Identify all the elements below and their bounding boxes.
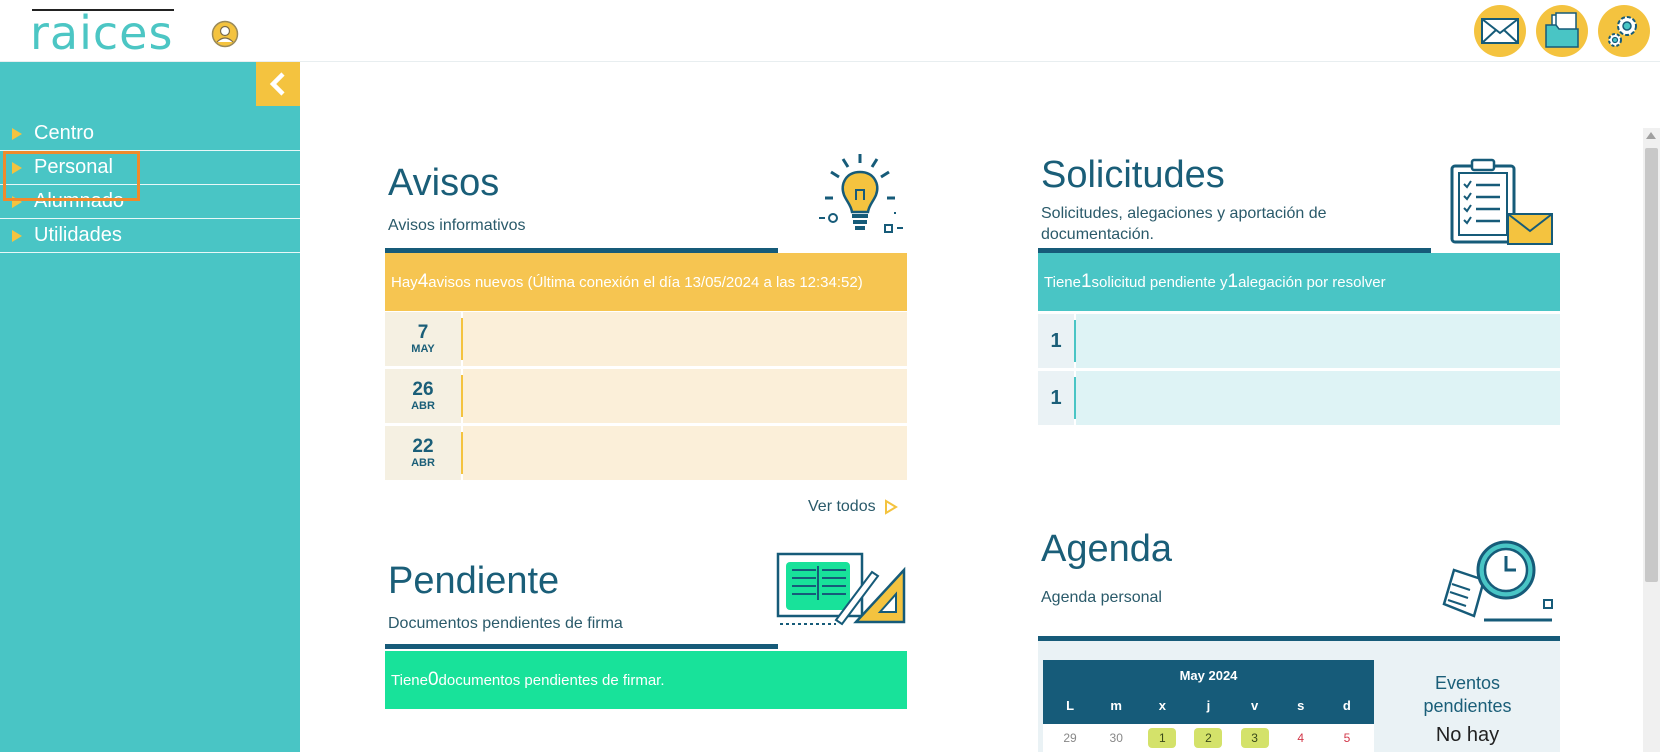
weekday-label: x xyxy=(1158,698,1166,713)
sidebar-item-centro[interactable]: Centro xyxy=(0,117,300,151)
notice-body xyxy=(463,312,907,366)
sidebar-item-personal[interactable]: Personal xyxy=(0,151,300,185)
eventos-title-line2: pendientes xyxy=(1423,696,1512,716)
ver-todos-link[interactable]: Ver todos xyxy=(808,496,898,518)
solicitud-row[interactable]: 1 xyxy=(1038,314,1560,368)
calendar-day-label: 3 xyxy=(1240,728,1269,748)
triangle-right-icon xyxy=(12,161,22,174)
avisos-banner-prefix: Hay xyxy=(391,273,418,291)
mail-icon xyxy=(1481,18,1519,44)
agenda-card: Agenda Agenda personal xyxy=(1041,526,1561,622)
notice-body xyxy=(463,369,907,423)
triangle-right-icon xyxy=(12,127,22,140)
clock-icon xyxy=(1442,540,1553,622)
notice-month: MAY xyxy=(411,343,435,355)
signature-document-icon xyxy=(776,552,906,626)
lightbulb-icon xyxy=(819,154,903,233)
calendar-day-event[interactable]: 2 xyxy=(1186,728,1231,748)
solicitud-count: 1 xyxy=(1038,371,1074,425)
sidebar-item-label: Personal xyxy=(34,156,113,178)
calendar-month-label[interactable]: May 2024 xyxy=(1043,660,1374,692)
weekday-label: d xyxy=(1342,698,1351,713)
sidebar-menu: Centro Personal Alumnado Utilidades xyxy=(0,117,300,253)
collapse-sidebar-button[interactable] xyxy=(256,62,300,106)
pendiente-count: 0 xyxy=(427,669,439,690)
mail-button[interactable] xyxy=(1474,5,1526,57)
notice-body xyxy=(463,426,907,480)
avisos-banner: Hay 4 avisos nuevos (Última conexión el … xyxy=(385,253,907,311)
calendar-day[interactable]: 5 xyxy=(1324,731,1369,745)
sidebar-item-label: Utilidades xyxy=(34,224,122,246)
top-bar: raices xyxy=(0,0,1660,62)
calendar-weekdays: L m x j v s d xyxy=(1043,692,1374,713)
eventos-value: No hay xyxy=(1435,724,1500,746)
solicitudes-count: 1 xyxy=(1080,271,1092,292)
sidebar-item-label: Centro xyxy=(34,122,95,144)
notice-date: 26 ABR xyxy=(385,369,461,423)
weekday-label: v xyxy=(1251,698,1259,713)
sidebar-item-label: Alumnado xyxy=(34,190,125,212)
weekday-label: s xyxy=(1297,698,1305,713)
pendiente-card: Pendiente Documentos pendientes de firma xyxy=(388,550,908,634)
avisos-banner-suffix: avisos nuevos (Última conexión el día 13… xyxy=(428,273,863,291)
solicitud-row[interactable]: 1 xyxy=(1038,371,1560,425)
triangle-right-icon xyxy=(12,229,22,242)
notice-row[interactable]: 7 MAY xyxy=(385,312,907,366)
notice-month: ABR xyxy=(411,400,435,412)
settings-button[interactable] xyxy=(1598,5,1650,57)
solicitudes-card: Solicitudes Solicitudes, alegaciones y a… xyxy=(1041,150,1561,245)
weekday-label: m xyxy=(1110,698,1122,713)
notice-date: 7 MAY xyxy=(385,312,461,366)
notice-row[interactable]: 26 ABR xyxy=(385,369,907,423)
solicitud-body xyxy=(1076,314,1560,368)
pendiente-banner: Tiene 0 documentos pendientes de firmar. xyxy=(385,651,907,709)
calendar-day[interactable]: 30 xyxy=(1094,731,1139,745)
alegaciones-count: 1 xyxy=(1227,271,1239,292)
play-arrow-icon xyxy=(884,499,898,515)
solicitudes-banner-suffix: alegación por resolver xyxy=(1238,273,1386,291)
avisos-card: Avisos Avisos informativos xyxy=(388,150,908,236)
sidebar-item-alumnado[interactable]: Alumnado xyxy=(0,185,300,219)
settings-icon xyxy=(1608,16,1637,47)
documents-button[interactable] xyxy=(1536,5,1588,57)
notice-date: 22 ABR xyxy=(385,426,461,480)
pendiente-banner-prefix: Tiene xyxy=(391,671,428,689)
calendar-day[interactable]: 4 xyxy=(1278,731,1323,745)
documents-icon xyxy=(1545,12,1579,48)
weekday-label: L xyxy=(1066,698,1075,713)
solicitudes-banner-mid: solicitud pendiente y xyxy=(1091,273,1228,291)
solicitud-count: 1 xyxy=(1038,314,1074,368)
calendar-day-event[interactable]: 3 xyxy=(1232,728,1277,748)
avisos-count: 4 xyxy=(417,271,429,292)
notice-day: 22 xyxy=(412,436,434,457)
notice-month: ABR xyxy=(411,457,435,469)
pendiente-rule xyxy=(385,644,778,649)
notice-day: 26 xyxy=(412,379,434,400)
weekday-label: j xyxy=(1206,698,1211,713)
sidebar: Centro Personal Alumnado Utilidades xyxy=(0,62,300,752)
ver-todos-label: Ver todos xyxy=(808,498,876,515)
clipboard-checklist-icon xyxy=(1450,158,1553,245)
eventos-title-line1: Eventos xyxy=(1434,673,1501,693)
eventos-pendientes: Eventos pendientes No hay xyxy=(1375,672,1560,747)
pendiente-banner-suffix: documentos pendientes de firmar. xyxy=(438,671,665,689)
scrollbar-thumb[interactable] xyxy=(1645,148,1658,582)
triangle-right-icon xyxy=(12,195,22,208)
sidebar-item-utilidades[interactable]: Utilidades xyxy=(0,219,300,253)
notice-row[interactable]: 22 ABR xyxy=(385,426,907,480)
calendar-day-label: 2 xyxy=(1194,728,1223,748)
chevron-left-icon xyxy=(269,72,285,96)
user-icon[interactable] xyxy=(211,20,239,48)
solicitud-body xyxy=(1076,371,1560,425)
raices-logo[interactable]: raices xyxy=(30,6,173,60)
calendar-day[interactable]: 29 xyxy=(1048,731,1093,745)
calendar-week-row: 29 30 1 2 3 4 5 xyxy=(1043,724,1374,752)
calendar-day-label: 1 xyxy=(1148,728,1177,748)
solicitudes-banner-prefix: Tiene xyxy=(1044,273,1081,291)
scroll-up-arrow-icon[interactable] xyxy=(1646,132,1656,139)
solicitudes-banner: Tiene 1 solicitud pendiente y 1 alegació… xyxy=(1038,253,1560,311)
calendar-day-event[interactable]: 1 xyxy=(1140,728,1185,748)
notice-day: 7 xyxy=(417,322,429,343)
